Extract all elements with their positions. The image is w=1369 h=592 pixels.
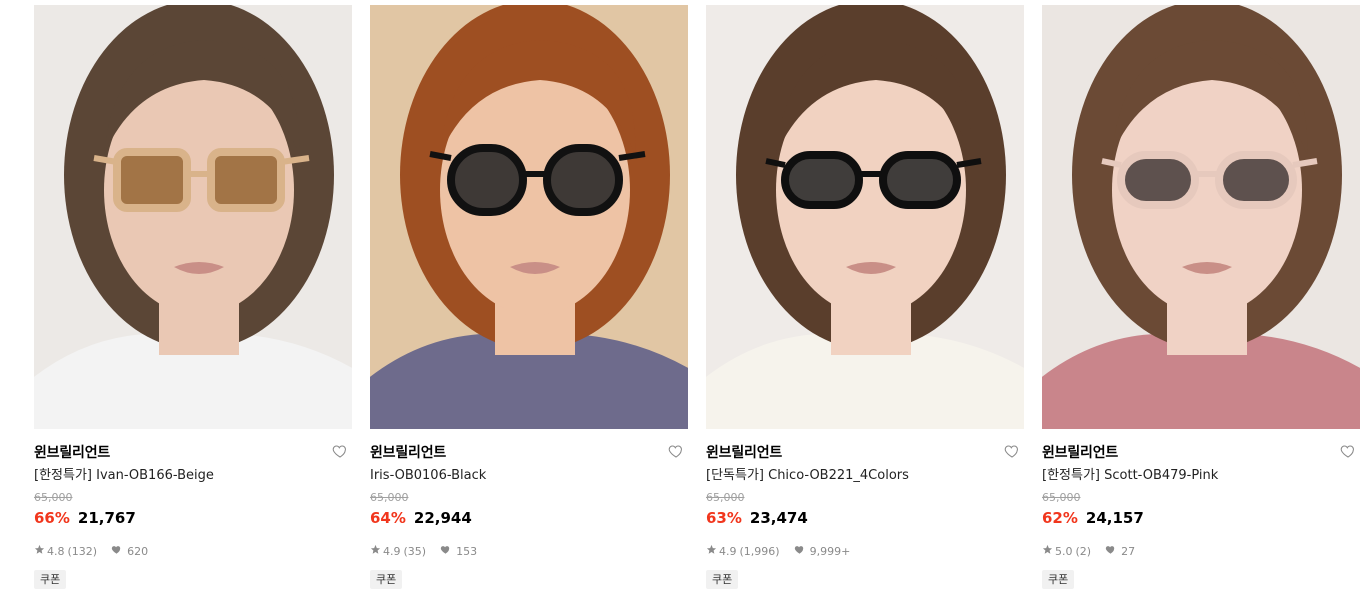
star-icon bbox=[34, 544, 45, 558]
brand-name[interactable]: 윈브릴리언트 bbox=[370, 442, 446, 462]
model-portrait bbox=[1042, 5, 1360, 429]
price-row: 66% 21,767 bbox=[34, 508, 352, 528]
product-title[interactable]: [한정특가] Scott-OB479-Pink bbox=[1042, 465, 1360, 487]
rating-value: 4.9 bbox=[383, 544, 401, 558]
model-portrait bbox=[34, 5, 352, 429]
like-count: 153 bbox=[456, 544, 478, 558]
review-meta: 4.8 (132) 620 bbox=[34, 543, 352, 559]
star-icon bbox=[1042, 544, 1053, 558]
coupon-badge: 쿠폰 bbox=[706, 570, 739, 589]
original-price: 65,000 bbox=[1042, 491, 1081, 504]
sale-price: 21,767 bbox=[77, 509, 136, 527]
wishlist-heart-icon[interactable] bbox=[1004, 443, 1022, 461]
review-count: (132) bbox=[67, 544, 98, 558]
brand-row: 윈브릴리언트 bbox=[370, 441, 688, 463]
product-card[interactable]: 윈브릴리언트 [단독특가] Chico-OB221_4Colors 65,000… bbox=[706, 5, 1024, 589]
product-grid: 윈브릴리언트 [한정특가] Ivan-OB166-Beige 65,000 66… bbox=[0, 0, 1369, 592]
brand-name[interactable]: 윈브릴리언트 bbox=[706, 442, 782, 462]
product-image[interactable] bbox=[1042, 5, 1360, 429]
review-count: (35) bbox=[403, 544, 427, 558]
price-row: 63% 23,474 bbox=[706, 508, 1024, 528]
brand-name[interactable]: 윈브릴리언트 bbox=[1042, 442, 1118, 462]
product-image[interactable] bbox=[34, 5, 352, 429]
product-title[interactable]: [단독특가] Chico-OB221_4Colors bbox=[706, 465, 1024, 487]
sale-price: 23,474 bbox=[749, 509, 808, 527]
wishlist-heart-icon[interactable] bbox=[668, 443, 686, 461]
review-meta: 4.9 (35) 153 bbox=[370, 543, 688, 559]
original-price: 65,000 bbox=[34, 491, 73, 504]
brand-row: 윈브릴리언트 bbox=[1042, 441, 1360, 463]
model-portrait bbox=[706, 5, 1024, 429]
rating-value: 4.9 bbox=[719, 544, 737, 558]
wishlist-heart-icon[interactable] bbox=[332, 443, 350, 461]
sale-price: 22,944 bbox=[413, 509, 472, 527]
like-count: 27 bbox=[1121, 544, 1136, 558]
coupon-badge: 쿠폰 bbox=[370, 570, 403, 589]
review-meta: 5.0 (2) 27 bbox=[1042, 543, 1360, 559]
discount-rate: 62% bbox=[1042, 509, 1078, 527]
discount-rate: 63% bbox=[706, 509, 742, 527]
original-price: 65,000 bbox=[370, 491, 409, 504]
product-card[interactable]: 윈브릴리언트 [한정특가] Ivan-OB166-Beige 65,000 66… bbox=[34, 5, 352, 589]
heart-filled-icon bbox=[794, 544, 805, 558]
product-card[interactable]: 윈브릴리언트 Iris-OB0106-Black 65,000 64% 22,9… bbox=[370, 5, 688, 589]
product-title[interactable]: Iris-OB0106-Black bbox=[370, 465, 688, 487]
brand-row: 윈브릴리언트 bbox=[34, 441, 352, 463]
rating-value: 5.0 bbox=[1055, 544, 1073, 558]
review-meta: 4.9 (1,996) 9,999+ bbox=[706, 543, 1024, 559]
star-icon bbox=[706, 544, 717, 558]
review-count: (2) bbox=[1075, 544, 1092, 558]
discount-rate: 66% bbox=[34, 509, 70, 527]
like-count: 9,999+ bbox=[809, 544, 851, 558]
product-image[interactable] bbox=[370, 5, 688, 429]
coupon-badge: 쿠폰 bbox=[1042, 570, 1075, 589]
like-count: 620 bbox=[127, 544, 149, 558]
price-row: 64% 22,944 bbox=[370, 508, 688, 528]
heart-filled-icon bbox=[111, 544, 122, 558]
sale-price: 24,157 bbox=[1085, 509, 1144, 527]
product-info: 윈브릴리언트 [단독특가] Chico-OB221_4Colors 65,000… bbox=[706, 429, 1024, 589]
price-row: 62% 24,157 bbox=[1042, 508, 1360, 528]
product-info: 윈브릴리언트 [한정특가] Scott-OB479-Pink 65,000 62… bbox=[1042, 429, 1360, 589]
discount-rate: 64% bbox=[370, 509, 406, 527]
rating-value: 4.8 bbox=[47, 544, 65, 558]
coupon-badge: 쿠폰 bbox=[34, 570, 67, 589]
product-info: 윈브릴리언트 [한정특가] Ivan-OB166-Beige 65,000 66… bbox=[34, 429, 352, 589]
product-title[interactable]: [한정특가] Ivan-OB166-Beige bbox=[34, 465, 352, 487]
review-count: (1,996) bbox=[739, 544, 780, 558]
brand-row: 윈브릴리언트 bbox=[706, 441, 1024, 463]
product-image[interactable] bbox=[706, 5, 1024, 429]
product-info: 윈브릴리언트 Iris-OB0106-Black 65,000 64% 22,9… bbox=[370, 429, 688, 589]
original-price: 65,000 bbox=[706, 491, 745, 504]
heart-filled-icon bbox=[440, 544, 451, 558]
brand-name[interactable]: 윈브릴리언트 bbox=[34, 442, 110, 462]
wishlist-heart-icon[interactable] bbox=[1340, 443, 1358, 461]
star-icon bbox=[370, 544, 381, 558]
heart-filled-icon bbox=[1105, 544, 1116, 558]
model-portrait bbox=[370, 5, 688, 429]
product-card[interactable]: 윈브릴리언트 [한정특가] Scott-OB479-Pink 65,000 62… bbox=[1042, 5, 1360, 589]
